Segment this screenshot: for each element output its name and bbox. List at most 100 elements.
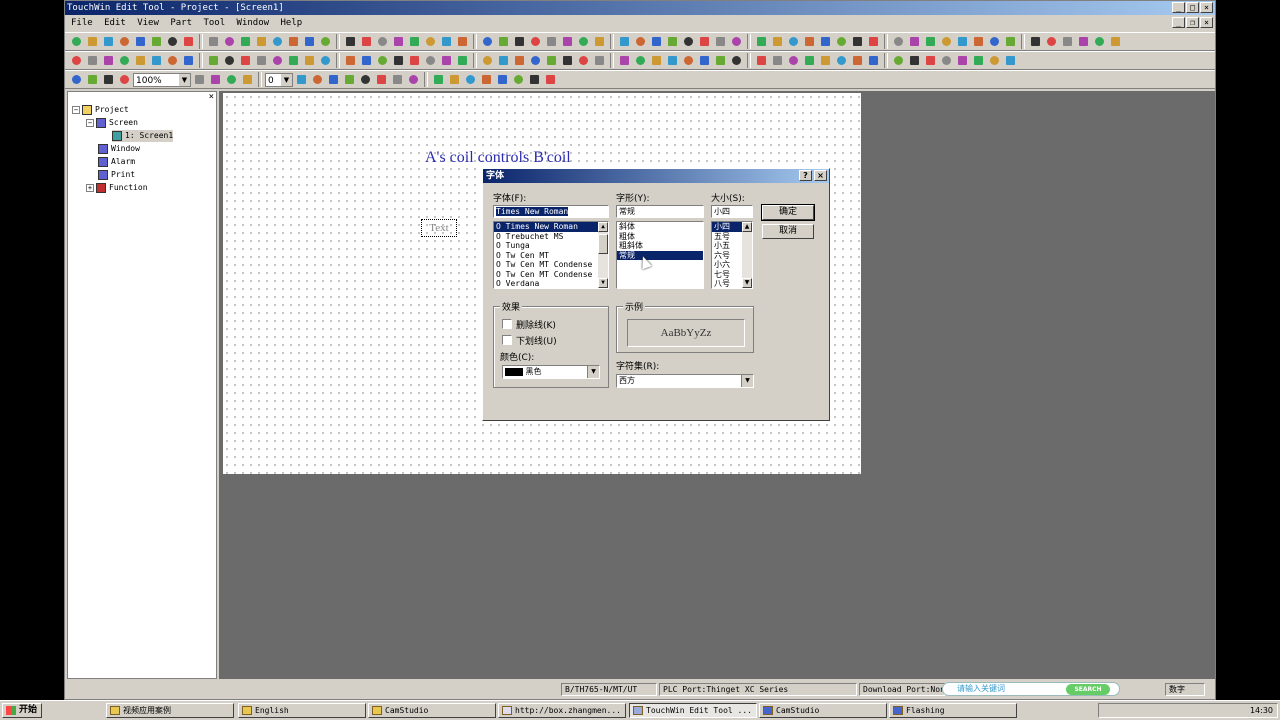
help-button[interactable]: ? (799, 170, 812, 181)
toolbar-button[interactable] (866, 53, 881, 68)
toolbar-button[interactable] (496, 53, 511, 68)
toolbar-button[interactable] (633, 34, 648, 49)
toolbar-button[interactable] (286, 53, 301, 68)
toolbar-button[interactable] (85, 53, 100, 68)
tree-node-project[interactable]: − Project (72, 104, 129, 116)
toolbar-button[interactable] (939, 34, 954, 49)
taskbar-item-5[interactable]: TouchWin Edit Tool ... (629, 703, 757, 718)
toolbar-button[interactable] (955, 53, 970, 68)
tree-node-screen1[interactable]: 1: Screen1 (112, 130, 174, 142)
toolbar-button[interactable] (681, 53, 696, 68)
child-minimize-button[interactable]: _ (1172, 17, 1185, 28)
step-select[interactable]: 0 ▼ (265, 72, 293, 87)
toolbar-button[interactable] (527, 72, 542, 87)
toolbar-button[interactable] (528, 53, 543, 68)
style-field[interactable]: 常规 (616, 205, 704, 218)
toolbar-button[interactable] (447, 72, 462, 87)
toolbar-button[interactable] (423, 34, 438, 49)
toolbar-button[interactable] (866, 34, 881, 49)
list-item[interactable]: O Tw Cen MT Condense (494, 270, 608, 280)
toolbar-button[interactable] (512, 53, 527, 68)
toolbar-button[interactable] (206, 53, 221, 68)
list-item[interactable]: 斜体 (617, 222, 703, 232)
toolbar-button[interactable] (939, 53, 954, 68)
toolbar-button[interactable] (818, 53, 833, 68)
chevron-down-icon[interactable]: ▼ (179, 73, 190, 86)
strikeout-checkbox[interactable] (502, 319, 512, 329)
toolbar-button[interactable] (439, 53, 454, 68)
toolbar-button[interactable] (480, 34, 495, 49)
collapse-icon[interactable]: − (72, 105, 80, 114)
tree-node-alarm[interactable]: Alarm (98, 156, 135, 168)
canvas-text-title[interactable]: A's coil controls B'coil (425, 149, 571, 167)
toolbar-button[interactable] (1028, 34, 1043, 49)
toolbar-button[interactable] (343, 53, 358, 68)
toolbar-button[interactable] (713, 34, 728, 49)
toolbar-button[interactable] (592, 53, 607, 68)
toolbar-button[interactable] (754, 53, 769, 68)
toolbar-button[interactable] (907, 34, 922, 49)
toolbar-button[interactable] (238, 53, 253, 68)
toolbar-button[interactable] (181, 53, 196, 68)
toolbar-button[interactable] (729, 34, 744, 49)
toolbar-button[interactable] (544, 53, 559, 68)
toolbar-button[interactable] (1003, 53, 1018, 68)
toolbar-button[interactable] (681, 34, 696, 49)
toolbar-button[interactable] (302, 34, 317, 49)
toolbar-button[interactable] (665, 34, 680, 49)
toolbar-button[interactable] (117, 53, 132, 68)
tree-node-function[interactable]: + Function (86, 182, 148, 194)
toolbar-button[interactable] (649, 34, 664, 49)
toolbar-button[interactable] (495, 72, 510, 87)
toolbar-button[interactable] (971, 53, 986, 68)
toolbar-button[interactable] (987, 53, 1002, 68)
tree-close-icon[interactable]: × (209, 92, 214, 102)
toolbar-button[interactable] (206, 34, 221, 49)
toolbar-button[interactable] (85, 72, 100, 87)
toolbar-button[interactable] (560, 53, 575, 68)
cancel-button[interactable]: 取消 (762, 224, 814, 239)
toolbar-button[interactable] (1044, 34, 1059, 49)
toolbar-button[interactable] (208, 72, 223, 87)
toolbar-button[interactable] (359, 34, 374, 49)
font-list-scrollbar[interactable]: ▲ ▼ (598, 222, 608, 288)
taskbar-item-3[interactable]: CamStudio (368, 703, 496, 718)
toolbar-button[interactable] (270, 34, 285, 49)
toolbar-button[interactable] (971, 34, 986, 49)
toolbar-button[interactable] (374, 72, 389, 87)
toolbar-button[interactable] (754, 34, 769, 49)
toolbar-button[interactable] (165, 34, 180, 49)
toolbar-button[interactable] (713, 53, 728, 68)
toolbar-button[interactable] (592, 34, 607, 49)
scroll-thumb[interactable] (598, 234, 608, 254)
toolbar-button[interactable] (1060, 34, 1075, 49)
toolbar-button[interactable] (802, 53, 817, 68)
toolbar-button[interactable] (431, 72, 446, 87)
toolbar-button[interactable] (455, 53, 470, 68)
toolbar-button[interactable] (560, 34, 575, 49)
toolbar-button[interactable] (528, 34, 543, 49)
toolbar-button[interactable] (101, 34, 116, 49)
toolbar-button[interactable] (633, 53, 648, 68)
taskbar-item-1[interactable]: 视频应用案例 (106, 703, 234, 718)
toolbar-button[interactable] (649, 53, 664, 68)
zoom-select[interactable]: 100% ▼ (133, 72, 191, 87)
toolbar-button[interactable] (224, 72, 239, 87)
toolbar-button[interactable] (406, 72, 421, 87)
menu-window[interactable]: Window (237, 18, 270, 28)
toolbar-button[interactable] (69, 34, 84, 49)
taskbar-item-7[interactable]: Flashing (889, 703, 1017, 718)
taskbar-item-4[interactable]: http://box.zhangmen... (498, 703, 626, 718)
toolbar-button[interactable] (1108, 34, 1123, 49)
collapse-icon[interactable]: − (86, 118, 94, 127)
toolbar-button[interactable] (463, 72, 478, 87)
toolbar-button[interactable] (987, 34, 1002, 49)
toolbar-button[interactable] (850, 53, 865, 68)
toolbar-button[interactable] (479, 72, 494, 87)
toolbar-button[interactable] (617, 34, 632, 49)
toolbar-button[interactable] (133, 34, 148, 49)
minimize-button[interactable]: _ (1172, 2, 1185, 13)
list-item[interactable]: O Times New Roman (494, 222, 608, 232)
toolbar-button[interactable] (254, 34, 269, 49)
child-restore-button[interactable]: ❐ (1186, 17, 1199, 28)
